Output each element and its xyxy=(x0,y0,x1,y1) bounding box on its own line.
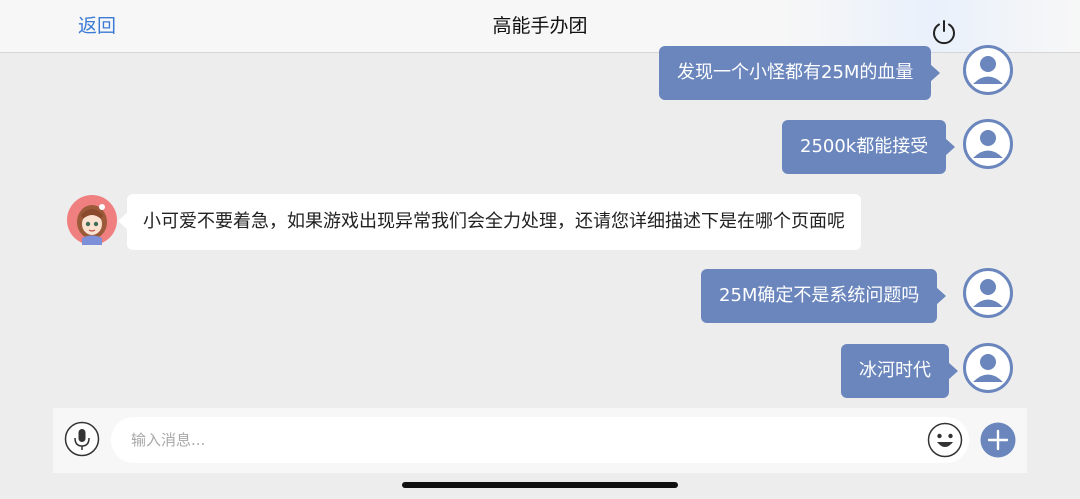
user-avatar-icon[interactable] xyxy=(963,119,1013,169)
message-text: 25M确定不是系统问题吗 xyxy=(719,285,920,306)
input-bar: 输入消息... xyxy=(53,408,1027,473)
microphone-icon[interactable] xyxy=(64,421,100,457)
page-title: 高能手办团 xyxy=(492,15,588,37)
message-text: 发现一个小怪都有25M的血量 xyxy=(677,62,914,83)
chat-area: 发现一个小怪都有25M的血量 2500k都能接受 小可爱不要着急，如果游戏出现异… xyxy=(0,45,1080,408)
message-bubble-outgoing[interactable]: 25M确定不是系统问题吗 xyxy=(701,269,947,323)
user-avatar-icon[interactable] xyxy=(963,45,1013,95)
power-icon[interactable] xyxy=(930,18,958,46)
anime-girl-avatar[interactable] xyxy=(67,195,117,245)
message-input[interactable]: 输入消息... xyxy=(111,417,969,463)
message-bubble-incoming[interactable]: 小可爱不要着急，如果游戏出现异常我们会全力处理，还请您详细描述下是在哪个页面呢 xyxy=(118,194,861,250)
message-text: 小可爱不要着急，如果游戏出现异常我们会全力处理，还请您详细描述下是在哪个页面呢 xyxy=(143,211,845,232)
user-avatar-icon[interactable] xyxy=(963,343,1013,393)
home-indicator[interactable] xyxy=(402,482,678,488)
message-bubble-outgoing[interactable]: 2500k都能接受 xyxy=(782,120,956,174)
input-placeholder: 输入消息... xyxy=(131,431,206,449)
message-bubble-outgoing[interactable]: 发现一个小怪都有25M的血量 xyxy=(659,46,941,100)
message-text: 2500k都能接受 xyxy=(800,136,929,157)
message-text: 冰河时代 xyxy=(859,360,931,381)
emoji-icon[interactable] xyxy=(927,422,963,458)
plus-icon[interactable] xyxy=(980,422,1016,458)
message-bubble-outgoing[interactable]: 冰河时代 xyxy=(841,344,958,398)
user-avatar-icon[interactable] xyxy=(963,268,1013,318)
